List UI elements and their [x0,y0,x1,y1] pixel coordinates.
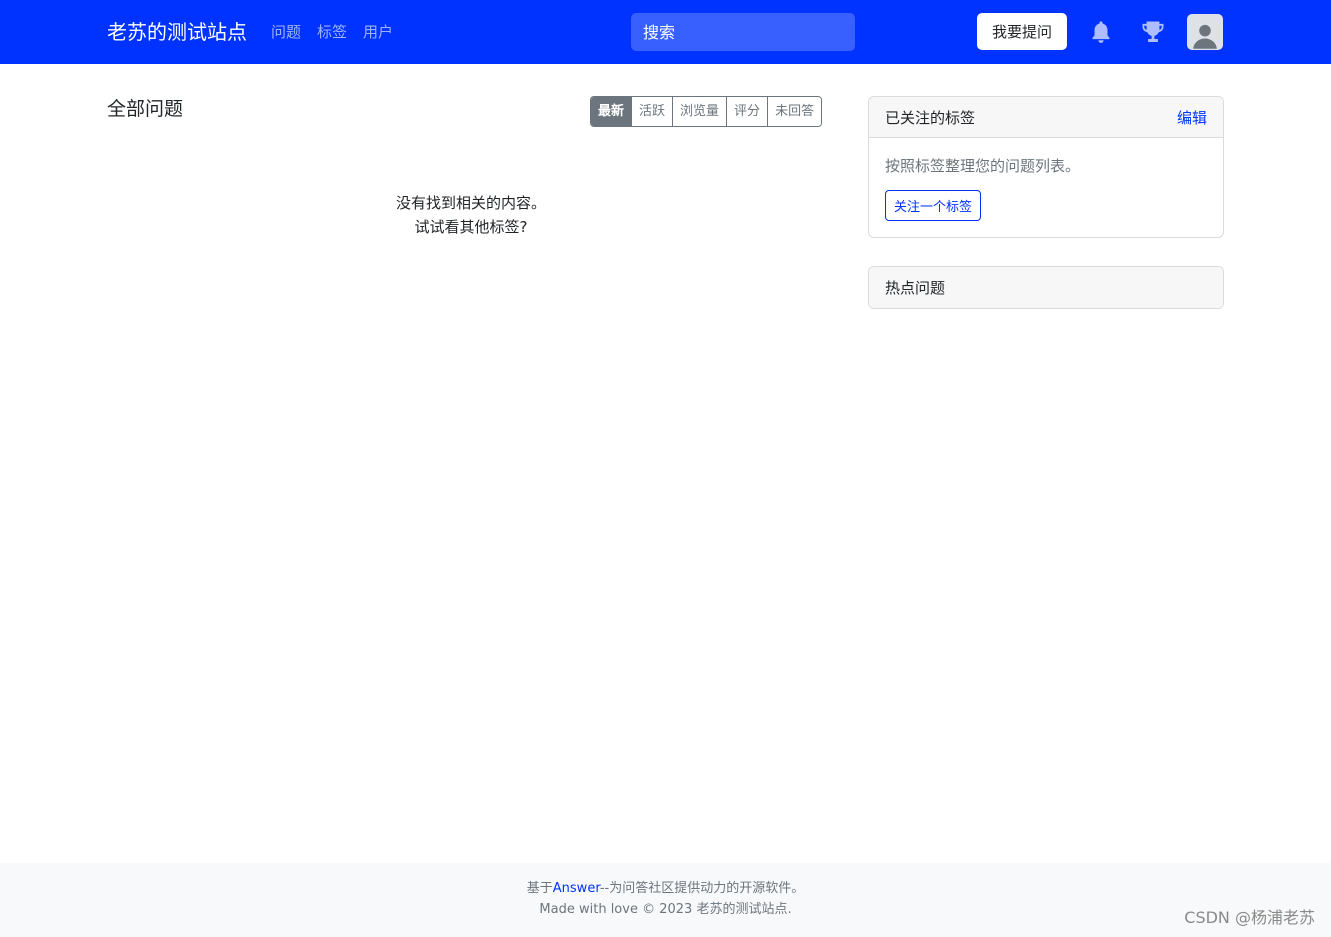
top-navbar: 老苏的测试站点 问题 标签 用户 我要提问 [0,0,1331,64]
sort-tab-score[interactable]: 评分 [726,97,768,126]
footer-copyright: Made with love © 2023 老苏的测试站点. [539,902,792,917]
nav-link-users[interactable]: 用户 [363,21,393,43]
hot-questions-card: 热点问题 [868,266,1224,309]
page-footer: 基于Answer--为问答社区提供动力的开源软件。 Made with love… [0,863,1331,937]
nav-link-questions[interactable]: 问题 [271,21,301,43]
sort-tab-active[interactable]: 活跃 [631,97,673,126]
followed-tags-header: 已关注的标签 编辑 [869,97,1223,138]
sort-tabs: 最新 活跃 浏览量 评分 未回答 [590,96,823,127]
ask-question-button[interactable]: 我要提问 [977,13,1067,50]
user-avatar-icon[interactable] [1187,14,1223,50]
nav-link-tags[interactable]: 标签 [317,21,347,43]
footer-powered-by: 基于Answer--为问答社区提供动力的开源软件。 [0,879,1331,899]
hot-questions-title: 热点问题 [885,279,946,297]
sort-tab-views[interactable]: 浏览量 [672,97,727,126]
bell-icon[interactable] [1087,18,1115,46]
trophy-icon[interactable] [1139,18,1167,46]
hot-questions-header: 热点问题 [869,267,1223,308]
sort-tab-unanswered[interactable]: 未回答 [767,97,822,126]
page-title: 全部问题 [107,98,184,120]
footer-suffix: --为问答社区提供动力的开源软件。 [599,881,805,896]
follow-tag-button[interactable]: 关注一个标签 [885,190,982,221]
followed-tags-body: 按照标签整理您的问题列表。 关注一个标签 [869,138,1223,237]
nav-links: 问题 标签 用户 [271,21,393,43]
footer-prefix: 基于 [526,881,553,896]
followed-tags-title: 已关注的标签 [885,108,976,127]
followed-tags-card: 已关注的标签 编辑 按照标签整理您的问题列表。 关注一个标签 [868,96,1224,238]
followed-tags-description: 按照标签整理您的问题列表。 [885,157,1081,175]
answer-link[interactable]: Answer [553,881,600,896]
edit-tags-link[interactable]: 编辑 [1177,107,1207,128]
site-brand[interactable]: 老苏的测试站点 [107,18,247,46]
sort-tab-newest[interactable]: 最新 [591,97,632,126]
empty-state-line1: 没有找到相关的内容。 [395,194,546,212]
search-input[interactable] [631,13,855,51]
empty-state: 没有找到相关的内容。 试试看其他标签? [107,191,835,239]
csdn-watermark: CSDN @杨浦老苏 [1184,908,1315,927]
empty-state-line2: 试试看其他标签? [414,218,528,236]
